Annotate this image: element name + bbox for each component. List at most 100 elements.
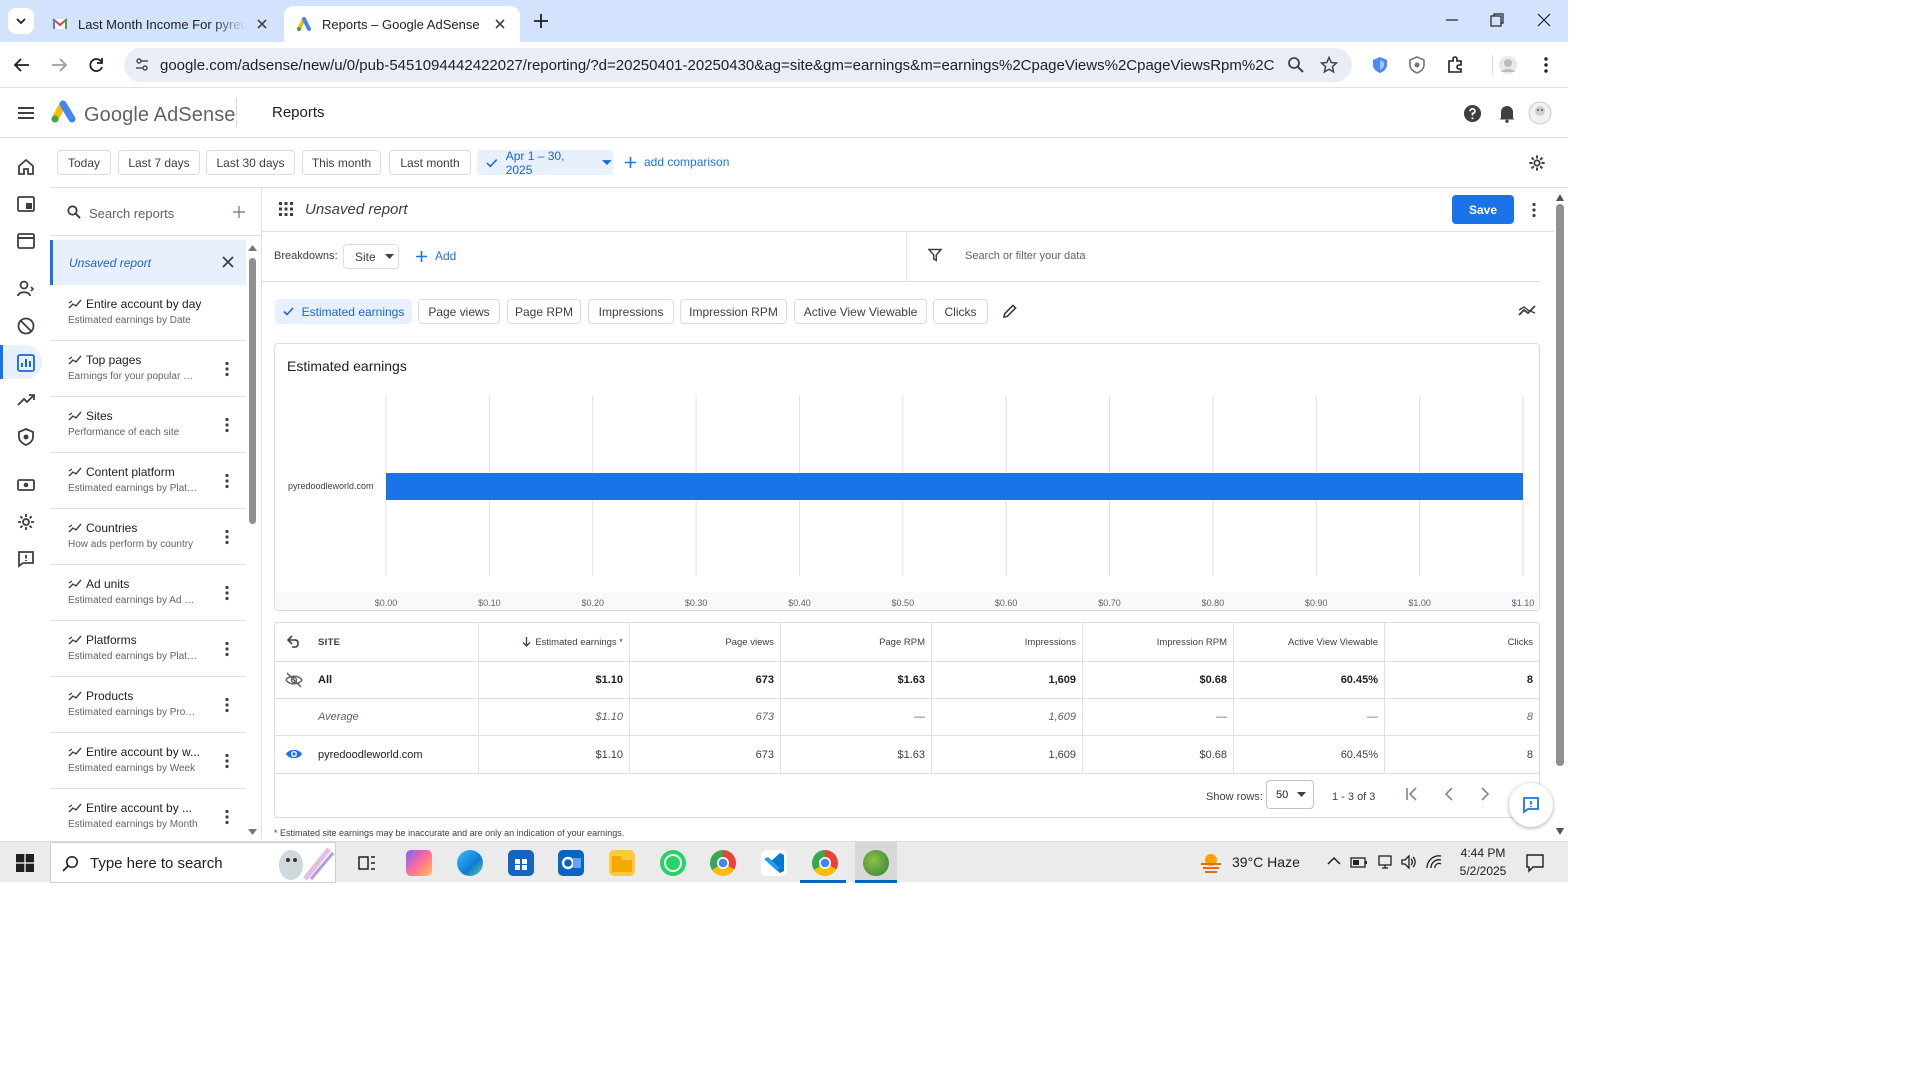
sites-icon[interactable] [16,231,36,251]
table-column-header[interactable]: SITE [318,623,468,661]
date-preset-this-month[interactable]: This month [302,150,381,175]
zoom-icon[interactable] [1287,56,1305,74]
more-vert-icon[interactable] [1527,202,1541,218]
report-item-unsaved[interactable]: Unsaved report [50,240,246,285]
more-vert-icon[interactable] [220,473,234,489]
close-icon[interactable] [254,16,270,32]
scroll-down-arrow-icon[interactable] [248,828,257,836]
report-list-item[interactable]: Platforms Estimated earnings by Platf... [50,621,246,677]
close-icon[interactable] [492,16,508,32]
more-vert-icon[interactable] [1536,55,1556,75]
close-icon[interactable] [222,256,234,268]
blocking-controls-icon[interactable] [16,316,36,336]
weather-text[interactable]: 39°C Haze [1232,854,1300,870]
date-preset-last-30-days[interactable]: Last 30 days [206,150,295,175]
copilot-app-icon[interactable] [406,850,432,876]
report-list-item[interactable]: Entire account by ... Estimated earnings … [50,789,246,840]
search-reports-input[interactable]: Search reports [89,206,174,221]
chart-bar[interactable] [386,473,1523,500]
scroll-up-arrow-icon[interactable] [248,244,257,252]
report-list-item[interactable]: Sites Performance of each site [50,397,246,453]
table-column-header[interactable]: Impressions [931,623,1076,661]
home-icon[interactable] [16,157,36,177]
date-range-picker[interactable]: Apr 1 – 30, 2025 [477,149,613,177]
table-column-header[interactable]: Active View Viewable [1233,623,1378,661]
more-vert-icon[interactable] [220,753,234,769]
more-vert-icon[interactable] [220,585,234,601]
more-vert-icon[interactable] [220,361,234,377]
table-column-header[interactable]: Clicks [1384,623,1533,661]
volume-icon[interactable] [1400,854,1418,870]
previous-page-icon[interactable] [1443,787,1455,801]
more-vert-icon[interactable] [220,529,234,545]
feedback-icon[interactable] [16,549,36,569]
report-settings-gear-icon[interactable] [1528,154,1546,172]
window-close-icon[interactable] [1536,12,1552,28]
report-name[interactable]: Unsaved report [305,201,408,218]
add-comparison-button[interactable]: add comparison [625,155,729,169]
settings-gear-icon[interactable] [16,512,36,532]
table-column-header[interactable]: Page RPM [780,623,925,661]
clock-time[interactable]: 4:44 PM [1458,846,1508,860]
main-scrollbar[interactable] [1554,190,1566,840]
more-vert-icon[interactable] [220,809,234,825]
table-column-header[interactable]: Estimated earnings * [478,623,623,661]
new-report-plus-icon[interactable] [233,206,245,218]
hamburger-menu-icon[interactable] [17,104,35,122]
add-breakdown-button[interactable]: Add [416,249,456,263]
weather-haze-icon[interactable] [1198,850,1224,876]
taskbar-search-input[interactable]: Type here to search [90,855,223,872]
visibility-off-icon[interactable] [285,672,303,688]
table-column-header[interactable]: Page views [629,623,774,661]
restore-icon[interactable] [1489,12,1505,28]
wifi-icon[interactable] [1425,854,1443,870]
report-list-item[interactable]: Top pages Earnings for your popular pa... [50,341,246,397]
reports-icon[interactable] [16,353,36,373]
date-preset-last-7-days[interactable]: Last 7 days [118,150,200,175]
rows-per-page-select[interactable]: 50 [1266,780,1314,809]
chart-toggle-icon[interactable] [1518,304,1536,318]
clock-date[interactable]: 5/2/2025 [1452,864,1514,878]
shield-extension-icon[interactable] [1370,55,1390,75]
metric-chip[interactable]: Active View Viewable [794,299,927,324]
ads-icon[interactable] [16,194,36,214]
outlook-app-icon[interactable] [558,850,584,876]
filter-data-input[interactable]: Search or filter your data [965,250,1085,262]
taskbar-search[interactable]: Type here to search [50,842,336,883]
battery-icon[interactable] [1350,854,1368,870]
task-view-icon[interactable] [357,853,377,873]
payments-icon[interactable] [16,475,36,495]
next-page-icon[interactable] [1479,787,1491,801]
edit-metrics-pencil-icon[interactable] [1002,303,1018,319]
metric-chip[interactable]: Page RPM [507,299,581,324]
scroll-down-arrow-icon[interactable] [1556,828,1564,835]
scrollbar-thumb[interactable] [249,258,256,524]
report-list-item[interactable]: Countries How ads perform by country [50,509,246,565]
scroll-up-arrow-icon[interactable] [1556,194,1564,201]
optimization-trend-icon[interactable] [16,390,36,410]
metric-chip[interactable]: Estimated earnings [275,299,412,324]
edge-app-icon[interactable] [457,850,483,876]
scrollbar-thumb[interactable] [1556,204,1564,766]
save-button[interactable]: Save [1452,195,1514,224]
report-list-item[interactable]: Content platform Estimated earnings by Pl… [50,453,246,509]
chrome-app-icon[interactable] [710,850,736,876]
report-list-item[interactable]: Ad units Estimated earnings by Ad u... [50,565,246,621]
more-vert-icon[interactable] [220,417,234,433]
vscode-app-icon[interactable] [761,850,787,876]
notifications-bell-icon[interactable] [1498,103,1516,123]
visibility-icon[interactable] [285,747,303,761]
report-list-item[interactable]: Entire account by day Estimated earnings … [50,285,246,341]
store-app-icon[interactable] [508,850,534,876]
report-list-scrollbar[interactable] [248,244,257,836]
shield-outline-extension-icon[interactable] [1407,55,1427,75]
chevron-up-icon[interactable] [1327,856,1341,866]
help-icon[interactable] [1463,104,1482,123]
breakdown-site-dropdown[interactable]: Site [343,244,399,269]
undo-arrow-icon[interactable] [287,635,301,648]
first-page-icon[interactable] [1405,787,1419,801]
metric-chip[interactable]: Clicks [933,299,988,324]
report-list-item[interactable]: Entire account by w... Estimated earnings… [50,733,246,789]
table-column-header[interactable]: Impression RPM [1082,623,1227,661]
policy-center-icon[interactable] [16,427,36,447]
